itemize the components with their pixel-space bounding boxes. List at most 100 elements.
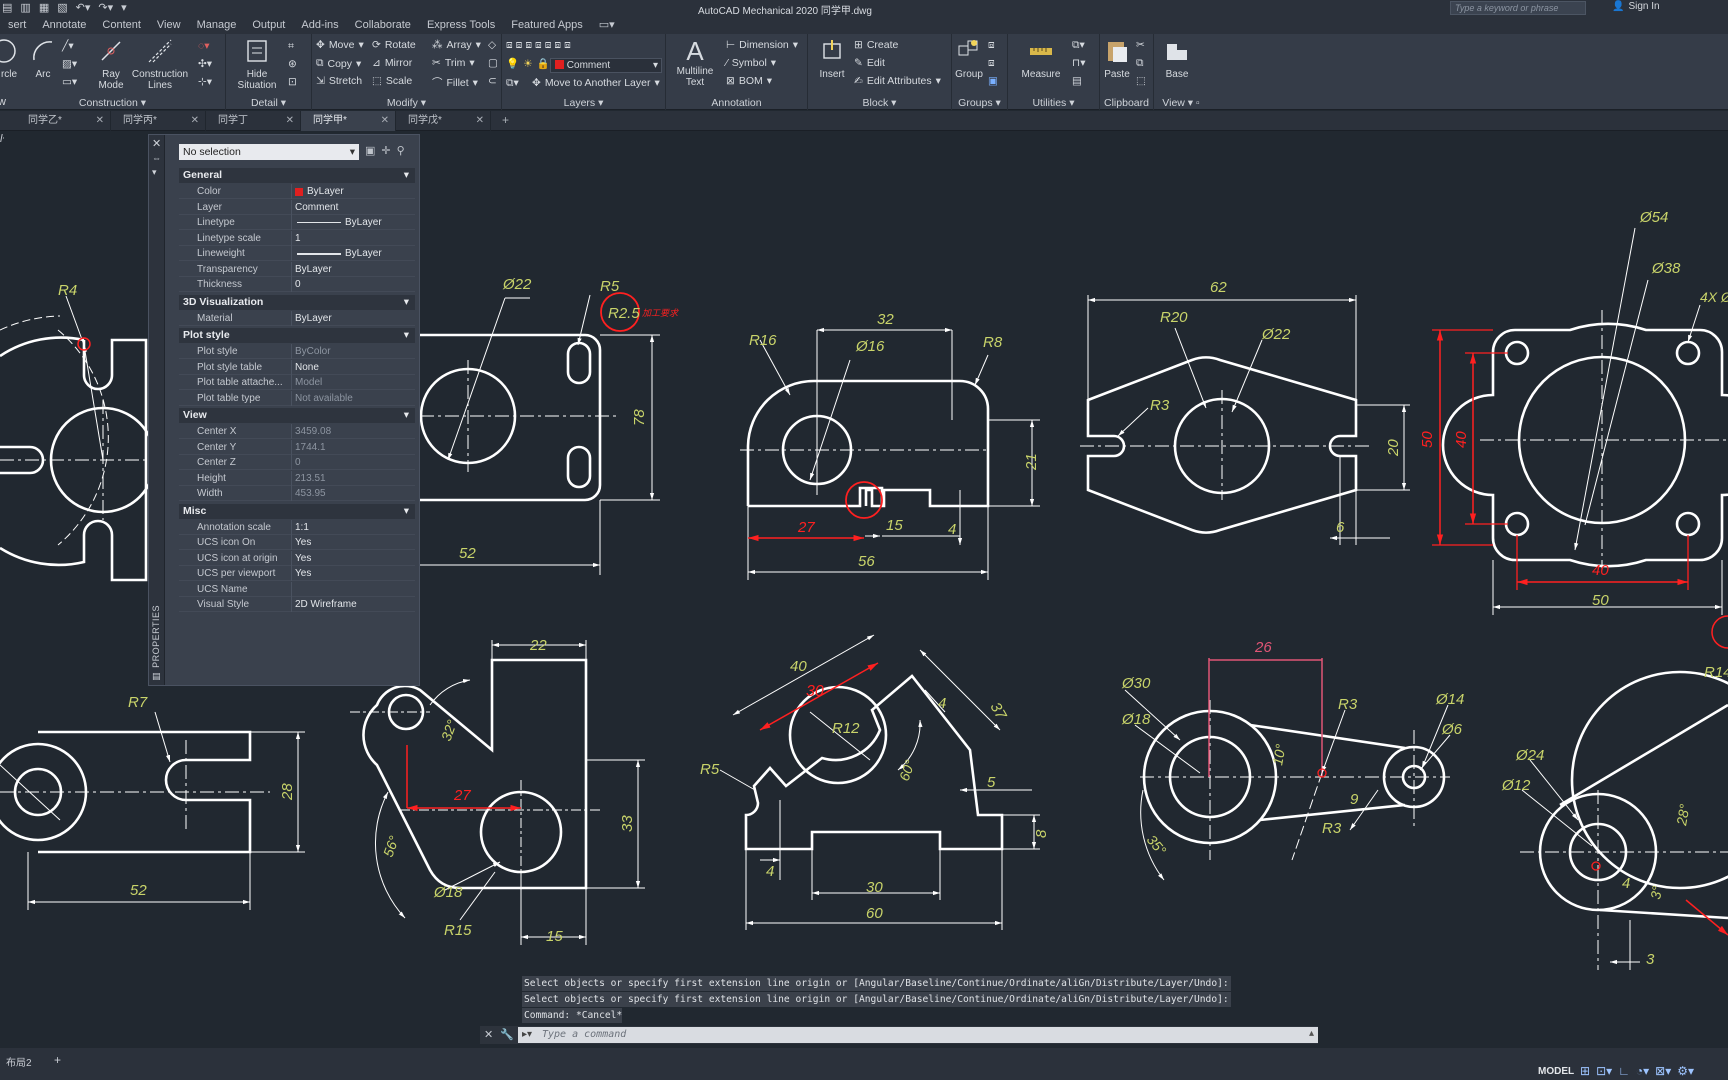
bom-button[interactable]: ⊠ BOM ▾: [726, 75, 772, 87]
ribbon-tab-output[interactable]: Output: [244, 18, 293, 32]
ungroup-icon[interactable]: ⧈: [988, 39, 995, 52]
document-tab[interactable]: 同学丁 ✕: [206, 111, 301, 131]
panel-title-detail[interactable]: Detail ▾: [226, 97, 311, 109]
property-row[interactable]: Thickness 0: [179, 277, 415, 292]
id-point-icon[interactable]: ▤: [1072, 75, 1082, 87]
close-tab-icon[interactable]: ✕: [96, 111, 104, 131]
property-row[interactable]: Layer Comment: [179, 199, 415, 215]
center-mark-icon[interactable]: ⊹▾: [198, 76, 212, 88]
ribbon-tab-featured-apps[interactable]: Featured Apps: [503, 18, 591, 32]
group-select-icon[interactable]: ▣: [988, 75, 998, 87]
panel-title-layers[interactable]: Layers ▾: [502, 97, 665, 109]
close-tab-icon[interactable]: ✕: [476, 111, 484, 131]
property-row[interactable]: Plot table attache... Model: [179, 375, 415, 390]
group-button[interactable]: Group: [954, 38, 984, 80]
section-view[interactable]: View ▾: [179, 408, 415, 423]
polar-icon[interactable]: ◔▾: [1636, 1064, 1649, 1078]
property-row[interactable]: Linetype ByLayer: [179, 215, 415, 230]
collapse-icon[interactable]: ▾: [404, 295, 409, 310]
property-row[interactable]: Plot style table None: [179, 359, 415, 375]
property-row[interactable]: Annotation scale 1:1: [179, 519, 415, 535]
explode-icon[interactable]: ▢: [488, 57, 498, 69]
layer-match-icon[interactable]: ⧉▾: [506, 77, 519, 90]
move-button[interactable]: ✥ Move ▾: [316, 39, 364, 51]
paste-button[interactable]: Paste: [1102, 38, 1132, 80]
copy-clip-icon[interactable]: ⧉: [1136, 57, 1144, 70]
collapse-icon[interactable]: ▾: [404, 328, 409, 343]
panel-title-view[interactable]: View ▾ ▫: [1154, 97, 1208, 109]
property-row[interactable]: UCS icon at origin Yes: [179, 550, 415, 566]
grid-icon[interactable]: ⊞: [1580, 1064, 1590, 1078]
property-row[interactable]: Width 453.95: [179, 486, 415, 501]
circle-button[interactable]: rcle: [0, 38, 24, 80]
property-row[interactable]: Lineweight ByLayer: [179, 246, 415, 261]
ribbon-tab-manage[interactable]: Manage: [189, 18, 245, 32]
redo-icon[interactable]: ↷▾: [98, 1, 113, 14]
ribbon-options-icon[interactable]: ▭▾: [591, 18, 623, 32]
model-space-button[interactable]: MODEL: [1538, 1066, 1574, 1077]
properties-palette[interactable]: ✕ ⇔ ▾ PROPERTIES ▤ No selection ▾ ▣ ✛ ⚲ …: [148, 134, 420, 686]
print-icon[interactable]: ▧: [57, 1, 67, 14]
save-icon[interactable]: ▦: [39, 1, 49, 14]
property-row[interactable]: Center Y 1744.1: [179, 439, 415, 455]
point-icon[interactable]: ✣▾: [198, 58, 212, 70]
close-tab-icon[interactable]: ✕: [381, 111, 389, 131]
layer-tools-icon[interactable]: ⧈⧈⧈⧈⧈⧈⧈: [506, 39, 574, 52]
symbol-button[interactable]: ⁄ Symbol ▾: [726, 57, 776, 69]
ribbon-tab-sert[interactable]: sert: [0, 18, 34, 32]
insert-button[interactable]: Insert: [814, 38, 850, 80]
dimension-button[interactable]: ⊢ Dimension ▾: [726, 39, 798, 51]
customize-command-icon[interactable]: 🔧: [500, 1028, 514, 1041]
palette-menu-icon[interactable]: ▤: [152, 671, 161, 682]
close-tab-icon[interactable]: ✕: [286, 111, 294, 131]
ribbon-tab-express-tools[interactable]: Express Tools: [419, 18, 503, 32]
panel-title-modify[interactable]: Modify ▾: [312, 97, 501, 109]
quick-select-icon[interactable]: ⧉▾: [1072, 39, 1085, 52]
lock-icon[interactable]: 🔒: [537, 57, 550, 70]
section-general[interactable]: General ▾: [179, 168, 415, 183]
new-tab-button[interactable]: +: [502, 113, 509, 127]
move-layer-button[interactable]: ✥ Move to Another Layer ▾: [532, 77, 660, 89]
property-row[interactable]: Height 213.51: [179, 470, 415, 486]
construction-lines-button[interactable]: Construction Lines: [130, 38, 190, 91]
workspace-icon[interactable]: ⚙▾: [1677, 1064, 1694, 1078]
property-row[interactable]: Linetype scale 1: [179, 230, 415, 246]
property-row[interactable]: Plot table type Not available: [179, 390, 415, 406]
multiline-text-button[interactable]: A Multiline Text: [674, 38, 716, 88]
collapse-icon[interactable]: ▾: [404, 408, 409, 423]
section-plot[interactable]: Plot style ▾: [179, 328, 415, 343]
toggle-pickadd-icon[interactable]: ▣: [365, 144, 375, 157]
circle-tangent-icon[interactable]: ◌▾: [198, 40, 210, 52]
layout-tab[interactable]: 布局2: [6, 1054, 32, 1069]
arc-button[interactable]: Arc: [28, 38, 58, 80]
calculator-icon[interactable]: ⊓▾: [1072, 57, 1085, 69]
document-tab[interactable]: 同学丙* ✕: [111, 111, 206, 131]
create-block-button[interactable]: ⊞ Create: [854, 39, 898, 51]
panel-title-block[interactable]: Block ▾: [808, 97, 951, 109]
scale-button[interactable]: ⬚ Scale: [372, 75, 412, 87]
sign-in-button[interactable]: 👤 Sign In: [1612, 1, 1660, 12]
ribbon-tab-add-ins[interactable]: Add-ins: [293, 18, 346, 32]
property-row[interactable]: Center Z 0: [179, 455, 415, 470]
rectangle-icon[interactable]: ▭▾: [62, 76, 77, 88]
ribbon-tab-view[interactable]: View: [149, 18, 189, 32]
trim-button[interactable]: ✂ Trim ▾: [432, 57, 475, 69]
document-tab[interactable]: 同学乙* ✕: [16, 111, 111, 131]
property-row[interactable]: Material ByLayer: [179, 310, 415, 326]
property-row[interactable]: UCS per viewport Yes: [179, 566, 415, 581]
collapse-icon[interactable]: ▾: [404, 168, 409, 183]
match-properties-icon[interactable]: ⬚: [1136, 75, 1146, 87]
snap-icon[interactable]: ⊡▾: [1596, 1064, 1612, 1078]
edit-attributes-button[interactable]: ✍ Edit Attributes ▾: [854, 75, 941, 87]
hatch-icon[interactable]: ▨▾: [62, 58, 77, 70]
line-tool-icon[interactable]: ╱▾: [62, 40, 74, 52]
sun-icon[interactable]: ☀: [523, 58, 532, 70]
search-input[interactable]: Type a keyword or phrase: [1450, 1, 1586, 15]
property-row[interactable]: UCS icon On Yes: [179, 535, 415, 550]
hide-situation-button[interactable]: Hide Situation: [234, 38, 280, 91]
customize-icon[interactable]: ▾: [121, 1, 127, 14]
panel-title-draw[interactable]: w: [0, 96, 12, 108]
detail-tool-1-icon[interactable]: ⌗: [288, 40, 294, 53]
property-row[interactable]: Transparency ByLayer: [179, 261, 415, 277]
section-viz[interactable]: 3D Visualization ▾: [179, 294, 415, 310]
